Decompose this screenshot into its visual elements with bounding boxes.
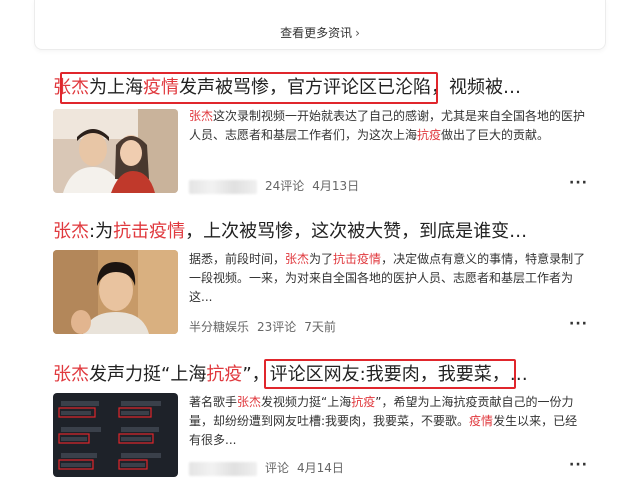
article-thumbnail[interactable] <box>53 393 178 477</box>
article-meta: 评论 4月14日 <box>189 459 352 476</box>
ellipsis-icon[interactable]: ··· <box>569 457 588 473</box>
highlighted-keyword: 张杰 <box>189 109 214 123</box>
comment-count: 评论 <box>265 461 290 475</box>
article-snippet: 据悉，前段时间，张杰为了抗击疫情，决定做点有意义的事情，特意录制了一段视频。一来… <box>189 250 589 307</box>
annotation-box-title-3 <box>264 359 516 389</box>
source-name[interactable]: 半分糖娱乐 <box>189 320 249 334</box>
article-meta: 半分糖娱乐 23评论 7天前 <box>189 318 344 335</box>
highlighted-keyword: 张杰 <box>237 395 262 409</box>
comment-count: 24评论 <box>265 179 305 193</box>
highlighted-keyword: 张杰 <box>53 221 89 242</box>
text-segment: 发声力挺“上海 <box>89 364 207 385</box>
article-snippet: 著名歌手张杰发视频力挺“上海抗疫”，希望为上海抗疫贡献自己的一份力量，却纷纷遭到… <box>189 393 589 450</box>
more-news-link[interactable]: 查看更多资讯 › <box>35 24 605 41</box>
text-segment: 著名歌手 <box>189 395 238 409</box>
text-segment: 为了 <box>309 252 334 266</box>
text-segment: 做出了巨大的贡献。 <box>441 128 550 142</box>
article-title[interactable]: 张杰:为抗击疫情，上次被骂惨，这次被大赞，到底是谁变… <box>53 220 527 244</box>
ellipsis-icon[interactable]: ··· <box>569 175 588 191</box>
news-item[interactable]: 张杰:为抗击疫情，上次被骂惨，这次被大赞，到底是谁变… 据悉，前段时间，张杰为了… <box>50 220 610 340</box>
article-meta: 24评论 4月13日 <box>189 177 367 194</box>
source-blurred <box>189 461 257 476</box>
article-thumbnail[interactable] <box>53 109 178 193</box>
text-segment: :为 <box>89 221 114 242</box>
article-thumbnail[interactable] <box>53 250 178 334</box>
publish-date: 4月14日 <box>297 461 344 475</box>
highlighted-keyword: 抗疫 <box>351 395 376 409</box>
highlighted-keyword: 疫情 <box>469 414 494 428</box>
highlighted-keyword: 张杰 <box>53 364 89 385</box>
publish-date: 4月13日 <box>312 179 360 193</box>
highlighted-keyword: 抗疫 <box>206 364 243 385</box>
more-news-label: 查看更多资讯 <box>280 26 353 40</box>
comment-count: 23评论 <box>257 320 297 334</box>
highlighted-keyword: 抗疫 <box>417 128 442 142</box>
publish-date: 7天前 <box>304 320 336 334</box>
chevron-right-icon: › <box>355 26 360 40</box>
text-segment: 据悉，前段时间， <box>189 252 286 266</box>
highlighted-keyword: 抗击疫情 <box>333 252 382 266</box>
more-news-card: 查看更多资讯 › <box>34 0 606 50</box>
article-snippet: 张杰这次录制视频一开始就表达了自己的感谢，尤其是来自全国各地的医护人员、志愿者和… <box>189 107 589 145</box>
source-blurred <box>189 179 257 194</box>
highlighted-keyword: 张杰 <box>285 252 310 266</box>
text-segment: ，上次被骂惨，这次被大赞，到底是谁变… <box>185 221 528 242</box>
text-segment: 发视频力挺“上海 <box>261 395 352 409</box>
ellipsis-icon[interactable]: ··· <box>569 316 588 332</box>
highlighted-keyword: 抗击疫情 <box>113 221 186 242</box>
annotation-box-title-1 <box>60 72 438 104</box>
